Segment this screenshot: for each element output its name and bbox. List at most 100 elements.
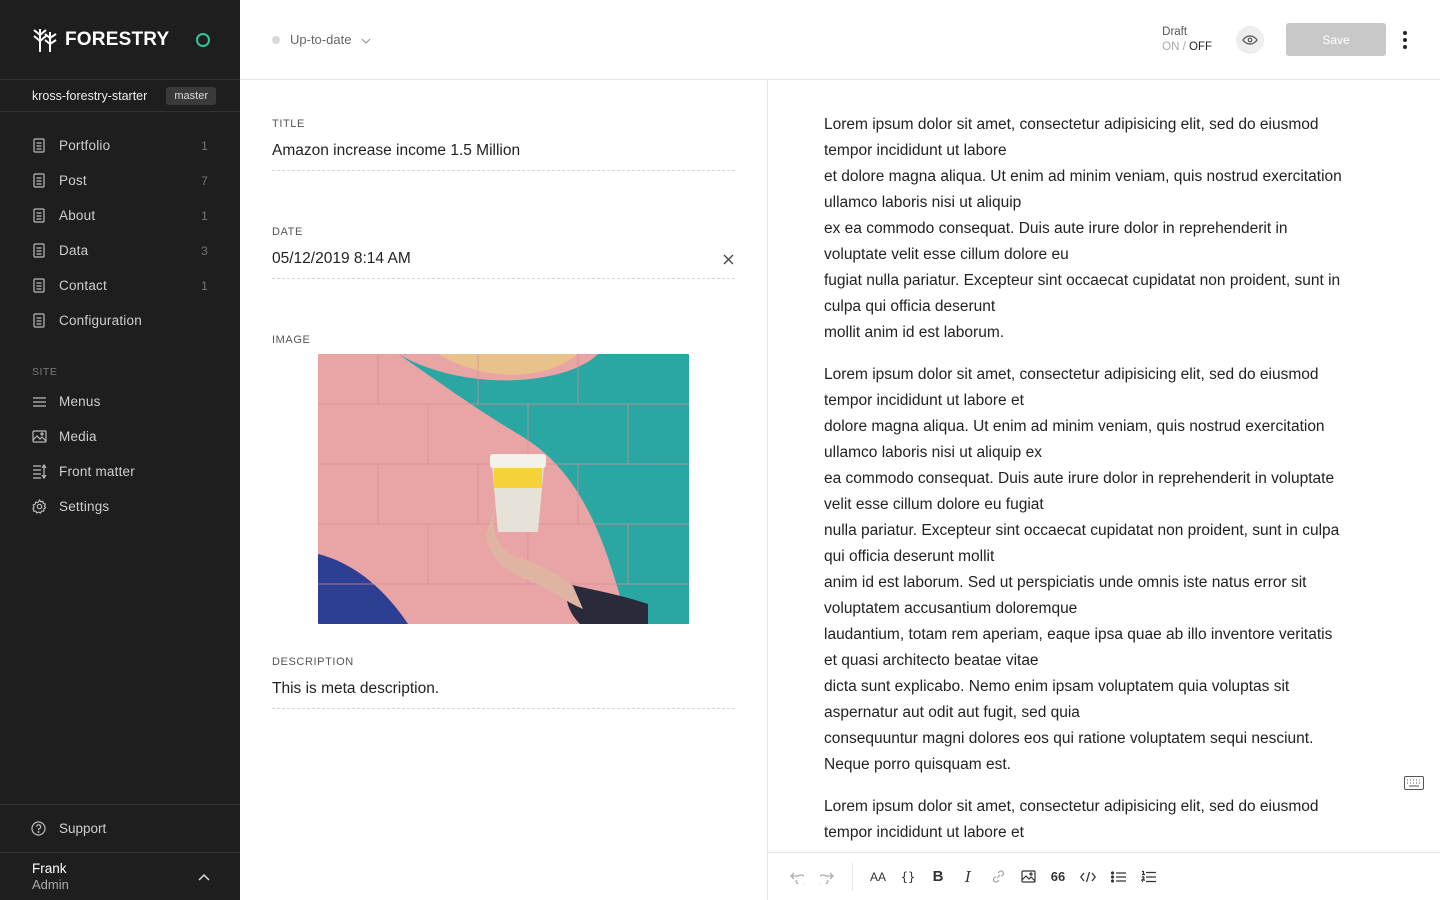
sync-dot-icon [272, 35, 280, 44]
link-icon[interactable] [983, 862, 1013, 892]
sidebar-item-settings[interactable]: Settings [0, 489, 240, 524]
toolbar-divider [852, 862, 853, 891]
sidebar-item-label: Media [59, 429, 97, 444]
redo-icon[interactable] [812, 862, 842, 892]
sidebar-item-label: Configuration [59, 313, 142, 328]
user-role: Admin [32, 877, 69, 892]
sidebar-item-contact[interactable]: Contact 1 [0, 268, 240, 303]
clear-icon[interactable] [721, 252, 735, 266]
brand-name: FORESTRY [65, 28, 170, 50]
featured-image[interactable] [318, 354, 689, 624]
menu-icon [31, 394, 47, 410]
code-braces-icon[interactable]: {} [893, 862, 923, 892]
code-icon[interactable] [1073, 862, 1103, 892]
sync-status[interactable]: Up-to-date [272, 32, 1162, 47]
help-circle-icon [31, 820, 47, 837]
content-nav: Portfolio 1 Post 7 About 1 Data 3 Contac… [0, 112, 240, 524]
image-icon [31, 429, 47, 445]
sidebar-item-label: Contact [59, 278, 107, 293]
gear-icon [31, 499, 47, 515]
preview-button[interactable] [1236, 25, 1264, 54]
sidebar-item-front-matter[interactable]: Front matter [0, 454, 240, 489]
document-icon [31, 313, 47, 329]
italic-icon[interactable]: I [953, 862, 983, 892]
draft-separator: / [1179, 40, 1189, 53]
document-icon [31, 243, 47, 259]
date-value: 05/12/2019 8:14 AM [272, 250, 411, 267]
front-matter-pane: TITLE Amazon increase income 1.5 Million… [240, 80, 768, 900]
document-icon [31, 208, 47, 224]
quote-icon[interactable]: 66 [1043, 862, 1073, 892]
bold-icon[interactable]: B [923, 862, 953, 892]
image-label: IMAGE [272, 334, 311, 346]
user-info: Frank Admin [32, 861, 69, 892]
description-label: DESCRIPTION [272, 656, 354, 668]
font-size-icon[interactable]: AA [863, 862, 893, 892]
front-matter-icon [31, 464, 47, 480]
draft-on-option[interactable]: ON [1162, 41, 1179, 53]
date-field: DATE 05/12/2019 8:14 AM [272, 226, 735, 279]
sidebar-item-label: Settings [59, 499, 110, 514]
sidebar-item-about[interactable]: About 1 [0, 198, 240, 233]
title-label: TITLE [272, 118, 305, 130]
site-section-label: SITE [32, 366, 58, 378]
brand-logo[interactable]: FORESTRY [31, 26, 169, 54]
draft-toggle[interactable]: Draft ON / OFF [1162, 25, 1212, 55]
bullet-list-icon[interactable] [1103, 862, 1133, 892]
date-input[interactable]: 05/12/2019 8:14 AM [272, 250, 735, 279]
document-icon [31, 278, 47, 294]
sidebar-footer: Support Frank Admin [0, 804, 240, 900]
editor-paragraph: Lorem ipsum dolor sit amet, consectetur … [824, 366, 1340, 773]
sidebar-item-post[interactable]: Post 7 [0, 163, 240, 198]
description-field: DESCRIPTION This is meta description. [272, 656, 735, 709]
editor-toolbar: AA {} B I 66 [768, 852, 1440, 900]
support-label: Support [59, 821, 107, 836]
sidebar-item-media[interactable]: Media [0, 419, 240, 454]
sidebar-item-label: Data [59, 243, 89, 258]
sidebar-item-configuration[interactable]: Configuration [0, 303, 240, 338]
document-icon [31, 173, 47, 189]
save-button[interactable]: Save [1286, 23, 1386, 56]
draft-off-option[interactable]: OFF [1189, 41, 1212, 53]
sidebar-item-label: Menus [59, 394, 101, 409]
chevron-down-icon [361, 32, 371, 47]
description-input[interactable]: This is meta description. [272, 680, 735, 709]
draft-label: Draft [1162, 25, 1188, 38]
branch-badge[interactable]: master [166, 86, 216, 105]
coffee-cup-photo [318, 354, 689, 624]
top-bar: Up-to-date Draft ON / OFF Save [240, 0, 1440, 80]
title-field: TITLE Amazon increase income 1.5 Million [272, 118, 735, 171]
repo-row[interactable]: kross-forestry-starter master [0, 80, 240, 112]
title-input[interactable]: Amazon increase income 1.5 Million [272, 142, 735, 171]
document-icon [31, 138, 47, 154]
sidebar: FORESTRY kross-forestry-starter master P… [0, 0, 240, 900]
chevron-up-icon[interactable] [198, 868, 210, 886]
editor-paragraph: Lorem ipsum dolor sit amet, consectetur … [824, 798, 1319, 841]
sidebar-item-count: 1 [201, 278, 208, 293]
numbered-list-icon[interactable] [1133, 862, 1163, 892]
site-status-icon[interactable] [196, 32, 210, 47]
user-menu[interactable]: Frank Admin [0, 852, 240, 900]
sidebar-item-label: About [59, 208, 96, 223]
sidebar-item-portfolio[interactable]: Portfolio 1 [0, 128, 240, 163]
image-field: IMAGE [272, 334, 735, 624]
date-label: DATE [272, 226, 303, 238]
markdown-editor[interactable]: Lorem ipsum dolor sit amet, consectetur … [768, 80, 1440, 852]
editor-paragraph: Lorem ipsum dolor sit amet, consectetur … [824, 116, 1342, 341]
sidebar-item-count: 3 [201, 243, 208, 258]
image-icon[interactable] [1013, 862, 1043, 892]
more-options-icon[interactable] [1400, 30, 1410, 49]
sidebar-item-label: Post [59, 173, 87, 188]
user-name: Frank [32, 861, 67, 876]
support-link[interactable]: Support [0, 804, 240, 852]
sidebar-item-menus[interactable]: Menus [0, 384, 240, 419]
undo-icon[interactable] [782, 862, 812, 892]
sidebar-item-data[interactable]: Data 3 [0, 233, 240, 268]
sidebar-item-label: Portfolio [59, 138, 111, 153]
sync-status-label: Up-to-date [290, 32, 352, 47]
description-value: This is meta description. [272, 680, 440, 697]
eye-icon [1242, 34, 1258, 45]
tree-logo-icon [33, 28, 57, 52]
keyboard-icon[interactable] [1404, 776, 1424, 790]
logo-row: FORESTRY [0, 0, 240, 80]
